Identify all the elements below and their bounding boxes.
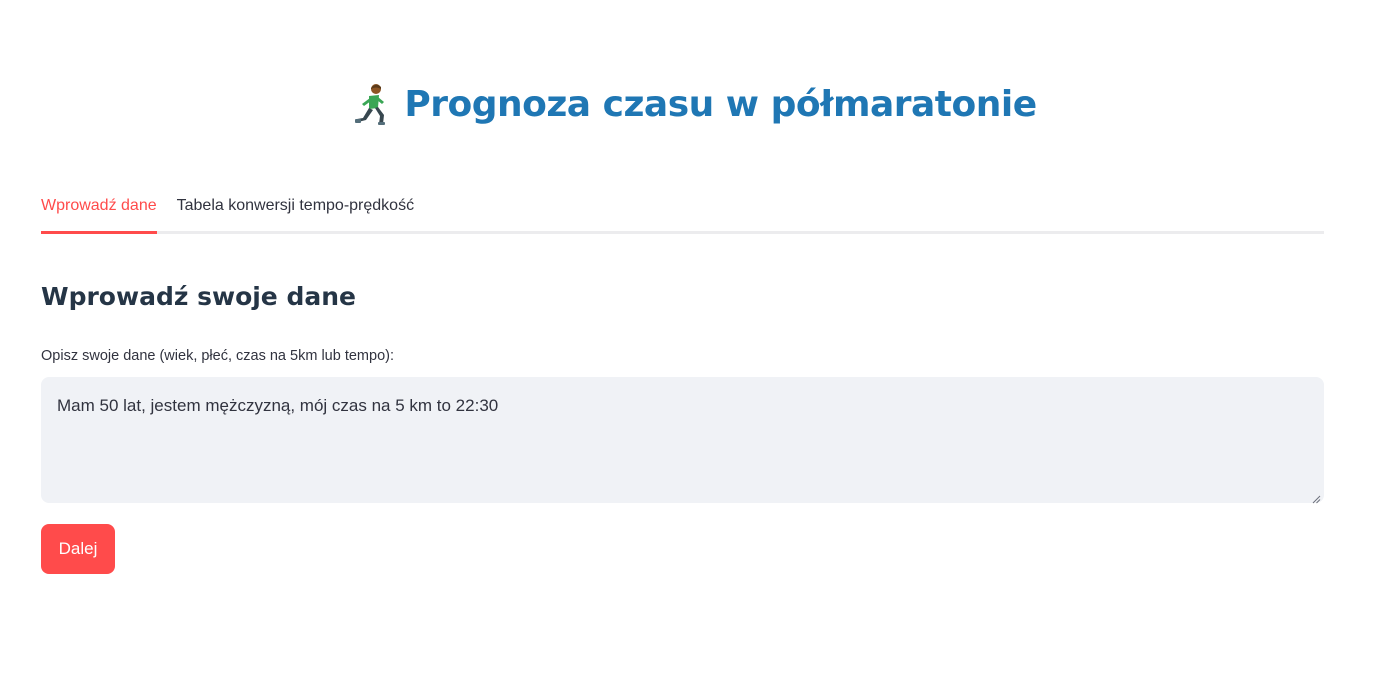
resize-handle-icon[interactable]	[1312, 491, 1321, 504]
description-field-label: Opisz swoje dane (wiek, płeć, czas na 5k…	[41, 348, 394, 364]
tab-pace-conversion-table[interactable]: Tabela konwersji tempo-prędkość	[177, 190, 414, 234]
page-title: Prognoza czasu w półmaratonie	[404, 83, 1037, 125]
tab-bar: Wprowadź dane Tabela konwersji tempo-prę…	[41, 190, 1324, 234]
section-title: Wprowadź swoje dane	[41, 282, 356, 311]
app-root: Prognoza czasu w półmaratonie Wprowadź d…	[0, 0, 1389, 682]
page-header: Prognoza czasu w półmaratonie	[0, 82, 1389, 126]
description-textarea[interactable]: Mam 50 lat, jestem mężczyzną, mój czas n…	[41, 377, 1324, 503]
person-running-icon	[352, 82, 392, 126]
next-button[interactable]: Dalej	[41, 524, 115, 574]
tab-enter-data[interactable]: Wprowadź dane	[41, 190, 157, 234]
description-textarea-container: Mam 50 lat, jestem mężczyzną, mój czas n…	[41, 377, 1324, 504]
